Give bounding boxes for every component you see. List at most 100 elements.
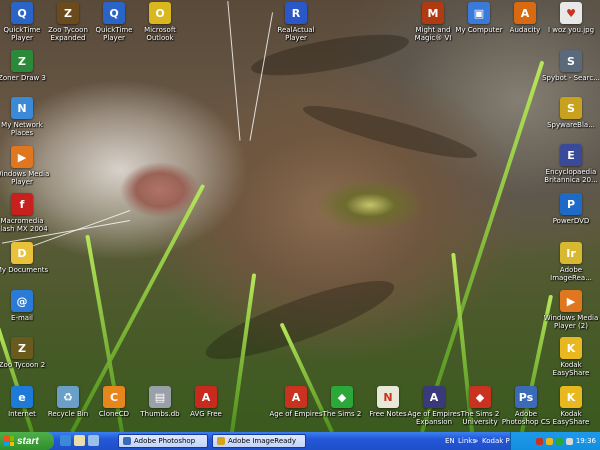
internet-explorer-icon[interactable] [60, 435, 71, 446]
chevron-icon[interactable]: » [474, 432, 478, 450]
task-adobe-imageready[interactable]: Adobe ImageReady [212, 434, 306, 448]
icon-powerdvd[interactable]: P PowerDVD [541, 193, 600, 225]
zoo-tycoon-expanded-icon: Z [57, 2, 79, 24]
icon-zoo-tycoon-2[interactable]: Z Zoo Tycoon 2 [0, 337, 52, 369]
icon-label: RealActual Player [277, 26, 315, 42]
icon-label: Zoner Draw 3 [0, 74, 46, 82]
icon-realactual-player[interactable]: R RealActual Player [266, 2, 326, 42]
my-documents-icon: D [11, 242, 33, 264]
wallpaper-whisker [227, 0, 241, 141]
system-tray: 19:36 [510, 432, 600, 450]
taskbar: start Adobe Photoshop Adobe ImageReady E… [0, 432, 600, 450]
icon-label: Kodak EasyShare [552, 410, 590, 426]
icon-label: Microsoft Outlook [144, 26, 176, 42]
icon-spywareblaster[interactable]: S SpywareBla... [541, 97, 600, 129]
icon-label: SpywareBla... [547, 121, 595, 129]
language-indicator[interactable]: EN [445, 432, 455, 450]
powerdvd-icon: P [560, 193, 582, 215]
clock[interactable]: 19:36 [576, 437, 596, 445]
icon-macromedia-flash[interactable]: f Macromedia Flash MX 2004 [0, 193, 52, 233]
tray-app-icon[interactable] [535, 437, 543, 445]
spywareblaster-icon: S [560, 97, 582, 119]
wallpaper-stripe [199, 267, 401, 373]
icon-windows-media-player[interactable]: ▶ Windows Media Player [0, 146, 52, 186]
icon-kodak-easyshare-2[interactable]: K Kodak EasyShare [541, 386, 600, 426]
the-sims-2-university-icon: ◆ [469, 386, 491, 408]
icon-label: Windows Media Player (2) [543, 314, 599, 330]
icon-label: I woz you.jpg [547, 26, 595, 34]
age-of-empires-expansion-icon: A [423, 386, 445, 408]
age-of-empires-icon: A [285, 386, 307, 408]
show-desktop-icon[interactable] [74, 435, 85, 446]
icon-label: My Documents [0, 266, 49, 274]
task-adobe-photoshop[interactable]: Adobe Photoshop [118, 434, 208, 448]
icon-microsoft-outlook[interactable]: O Microsoft Outlook [130, 2, 190, 42]
quicktime-player-1-icon: Q [11, 2, 33, 24]
icon-label: Windows Media Player [0, 170, 50, 186]
icon-adobe-imageready[interactable]: Ir Adobe ImageRea... [541, 242, 600, 282]
adobe-photoshop-cs-icon: Ps [515, 386, 537, 408]
icon-label: My Network Places [1, 121, 43, 137]
task-label: Adobe Photoshop [134, 437, 196, 445]
encyclopaedia-britannica-icon: E [560, 144, 582, 166]
might-and-magic-vi-icon: M [422, 2, 444, 24]
icon-windows-media-player-2[interactable]: ▶ Windows Media Player (2) [541, 290, 600, 330]
icon-e-mail[interactable]: @ E-mail [0, 290, 52, 322]
kodak-easyshare-2-icon: K [560, 386, 582, 408]
windows-media-player-2-icon: ▶ [560, 290, 582, 312]
the-sims-2-icon: ◆ [331, 386, 353, 408]
my-computer-icon: ▣ [468, 2, 490, 24]
icon-label: PowerDVD [552, 217, 590, 225]
tray-app-icon[interactable] [555, 437, 563, 445]
icon-label: E-mail [11, 314, 33, 322]
quick-launch [60, 435, 99, 446]
windows-flag-icon [4, 436, 14, 446]
icon-kodak-easyshare-1[interactable]: K Kodak EasyShare [541, 337, 600, 377]
task-label: Adobe ImageReady [228, 437, 297, 445]
icon-label: Adobe ImageRea... [550, 266, 592, 282]
macromedia-flash-icon: f [11, 193, 33, 215]
thumbs-db-icon: ▤ [149, 386, 171, 408]
recycle-bin-icon: ♻ [57, 386, 79, 408]
audacity-icon: A [514, 2, 536, 24]
imageready-icon [217, 437, 225, 445]
e-mail-icon: @ [11, 290, 33, 312]
zoo-tycoon-2-icon: Z [11, 337, 33, 359]
clonecd-icon: C [103, 386, 125, 408]
free-notes-icon: N [377, 386, 399, 408]
zoner-draw-3-icon: Z [11, 50, 33, 72]
my-network-places-icon: N [11, 97, 33, 119]
start-label: start [17, 435, 39, 447]
icon-label: Zoo Tycoon 2 [0, 361, 46, 369]
icon-label: Kodak EasyShare [552, 361, 590, 377]
start-button[interactable]: start [0, 432, 54, 450]
icon-label: Encyclopaedia Britannica 20... [544, 168, 598, 184]
adobe-imageready-icon: Ir [560, 242, 582, 264]
icon-spybot[interactable]: S Spybot - Searc... [541, 50, 600, 82]
icon-label: Macromedia Flash MX 2004 [0, 217, 48, 233]
windows-explorer-icon[interactable] [88, 435, 99, 446]
icon-zoner-draw-3[interactable]: Z Zoner Draw 3 [0, 50, 52, 82]
microsoft-outlook-icon: O [149, 2, 171, 24]
icon-encyclopaedia-britannica[interactable]: E Encyclopaedia Britannica 20... [541, 144, 600, 184]
icon-label: Spybot - Searc... [542, 74, 600, 82]
avg-free-icon: A [195, 386, 217, 408]
icon-avg-free[interactable]: A AVG Free [176, 386, 236, 418]
icon-i-woz-you-jpg[interactable]: ♥ I woz you.jpg [541, 2, 600, 34]
tray-app-icon[interactable] [545, 437, 553, 445]
spybot-icon: S [560, 50, 582, 72]
desktop: Q QuickTime Player Z Zoo Tycoon Expanded Q… [0, 0, 600, 432]
icon-my-network-places[interactable]: N My Network Places [0, 97, 52, 137]
i-woz-you-jpg-icon: ♥ [560, 2, 582, 24]
kodak-easyshare-1-icon: K [560, 337, 582, 359]
windows-media-player-icon: ▶ [11, 146, 33, 168]
wallpaper-grass [420, 60, 545, 432]
wallpaper-stripe [299, 97, 481, 167]
tray-app-icon[interactable] [565, 437, 573, 445]
internet-icon: e [11, 386, 33, 408]
realactual-player-icon: R [285, 2, 307, 24]
quicktime-player-2-icon: Q [103, 2, 125, 24]
icon-my-documents[interactable]: D My Documents [0, 242, 52, 274]
photoshop-icon [123, 437, 131, 445]
icon-label: AVG Free [190, 410, 222, 418]
